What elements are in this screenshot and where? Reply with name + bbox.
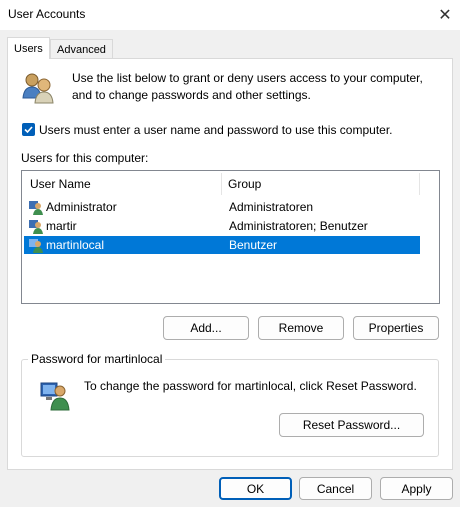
user-password-icon xyxy=(39,379,71,411)
reset-password-button[interactable]: Reset Password... xyxy=(279,413,424,437)
intro-text-line-2: and to change passwords and other settin… xyxy=(72,88,311,102)
user-icon xyxy=(28,218,44,234)
require-login-checkbox[interactable] xyxy=(22,123,35,136)
column-separator[interactable] xyxy=(419,173,420,195)
password-instructions: To change the password for martinlocal, … xyxy=(84,379,417,393)
tab-advanced[interactable]: Advanced xyxy=(50,39,113,59)
users-list-label: Users for this computer: xyxy=(21,151,149,165)
require-login-label[interactable]: Users must enter a user name and passwor… xyxy=(39,123,393,137)
column-header-user-name[interactable]: User Name xyxy=(30,171,91,197)
group-cell: Administratoren xyxy=(229,200,314,214)
password-group-title: Password for martinlocal xyxy=(28,352,166,366)
user-name-cell: martir xyxy=(46,219,77,233)
cancel-button[interactable]: Cancel xyxy=(299,477,372,500)
users-list[interactable]: User Name Group Administrator Administra… xyxy=(21,170,440,304)
properties-button[interactable]: Properties xyxy=(353,316,439,340)
tab-users[interactable]: Users xyxy=(7,37,50,59)
table-row[interactable]: martir Administratoren; Benutzer xyxy=(24,217,420,235)
users-icon xyxy=(20,70,56,106)
user-name-cell: Administrator xyxy=(46,200,117,214)
user-icon xyxy=(28,237,44,253)
remove-user-button[interactable]: Remove xyxy=(258,316,344,340)
table-row-selected[interactable]: martinlocal Benutzer xyxy=(24,236,420,254)
column-separator[interactable] xyxy=(221,173,222,195)
group-cell: Benutzer xyxy=(229,238,278,252)
checkmark-icon xyxy=(24,126,33,134)
column-header-group[interactable]: Group xyxy=(228,171,261,197)
add-user-button[interactable]: Add... xyxy=(163,316,249,340)
group-cell: Administratoren; Benutzer xyxy=(229,219,368,233)
intro-text-line-1: Use the list below to grant or deny user… xyxy=(72,71,423,85)
user-name-cell: martinlocal xyxy=(46,238,105,252)
table-row[interactable]: Administrator Administratoren xyxy=(24,198,420,216)
apply-button[interactable]: Apply xyxy=(380,477,453,500)
ok-button[interactable]: OK xyxy=(219,477,292,500)
close-icon[interactable]: ✕ xyxy=(430,2,460,28)
user-icon xyxy=(28,199,44,215)
window-title: User Accounts xyxy=(8,7,86,21)
password-group xyxy=(21,359,439,457)
